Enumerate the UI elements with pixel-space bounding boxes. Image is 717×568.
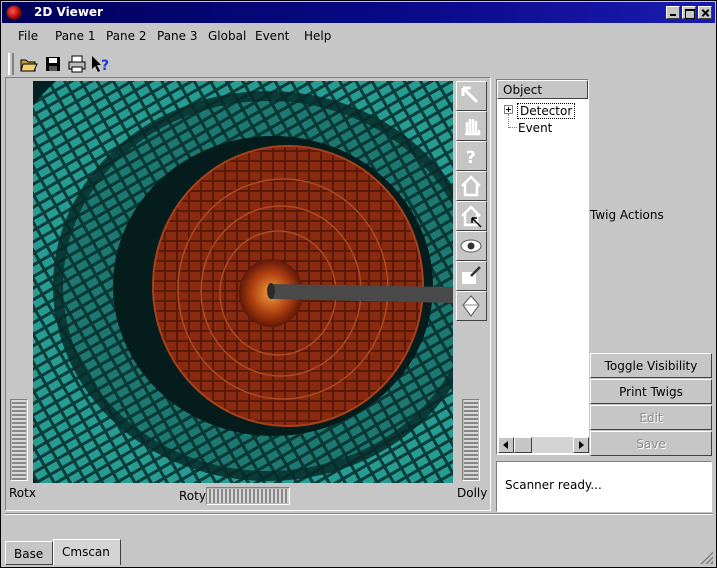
scroll-right-icon[interactable]	[573, 437, 589, 453]
toolbar-grip[interactable]	[8, 53, 14, 75]
title-bar[interactable]: 2D Viewer	[2, 2, 715, 23]
tree-horizontal-scrollbar[interactable]	[498, 437, 589, 453]
scroll-left-icon[interactable]	[498, 437, 514, 453]
print-icon[interactable]	[66, 53, 88, 75]
menu-pane-2[interactable]: Pane 2	[106, 29, 147, 43]
dolly-label: Dolly	[457, 486, 488, 500]
print-twigs-button[interactable]: Print Twigs	[590, 379, 712, 404]
roty-thumb[interactable]	[207, 489, 289, 503]
tree-item-detector[interactable]: Detector	[517, 103, 576, 119]
app-logo-icon[interactable]	[6, 5, 22, 20]
close-icon[interactable]	[698, 6, 712, 19]
window-title: 2D Viewer	[34, 5, 103, 19]
main-toolbar: ?	[5, 51, 713, 77]
menu-help[interactable]: Help	[304, 29, 331, 43]
rotx-label: Rotx	[9, 486, 36, 500]
svg-text:?: ?	[101, 58, 109, 74]
dolly-thumb[interactable]	[464, 400, 478, 480]
maximize-icon[interactable]	[682, 6, 696, 19]
menu-file[interactable]: File	[18, 29, 38, 43]
roty-label: Roty	[179, 489, 206, 503]
object-tree[interactable]: Object Detector Event	[496, 79, 589, 455]
dolly-slider[interactable]	[462, 399, 480, 481]
minimize-icon[interactable]	[666, 6, 680, 19]
3d-viewport[interactable]	[33, 81, 453, 483]
tree-item-event[interactable]: Event	[518, 121, 552, 135]
tree-branch-line	[508, 114, 509, 128]
rotx-thumb[interactable]	[12, 400, 26, 480]
save-disk-icon[interactable]	[42, 53, 64, 75]
detector-render[interactable]	[33, 81, 453, 483]
pan-hand-icon[interactable]	[456, 111, 487, 141]
menu-pane-1[interactable]: Pane 1	[55, 29, 96, 43]
menu-event[interactable]: Event	[255, 29, 289, 43]
seek-pointer-icon[interactable]	[456, 261, 487, 291]
scroll-thumb[interactable]	[514, 437, 532, 453]
tab-cmscan[interactable]: Cmscan	[53, 539, 121, 565]
edit-button[interactable]: Edit	[590, 405, 712, 430]
divider	[5, 513, 713, 515]
resize-grip-icon[interactable]	[699, 550, 713, 564]
open-folder-icon[interactable]	[18, 53, 40, 75]
whats-this-help-icon[interactable]: ?	[89, 53, 111, 75]
roty-slider[interactable]	[206, 487, 290, 505]
tab-base[interactable]: Base	[5, 541, 53, 565]
status-text: Scanner ready...	[505, 478, 602, 492]
twig-actions-label: Twig Actions	[590, 208, 664, 222]
query-question-icon[interactable]: ?	[456, 141, 487, 171]
toggle-visibility-button[interactable]: Toggle Visibility	[590, 353, 712, 378]
menu-pane-3[interactable]: Pane 3	[157, 29, 198, 43]
set-home-icon[interactable]	[456, 201, 487, 231]
view-eye-icon[interactable]	[456, 231, 487, 261]
expand-plus-icon[interactable]	[504, 105, 513, 114]
tree-header-object[interactable]: Object	[497, 80, 588, 99]
perspective-icon[interactable]	[456, 291, 487, 321]
status-panel: Scanner ready...	[496, 461, 712, 512]
svg-text:?: ?	[466, 148, 476, 168]
menu-bar: File Pane 1 Pane 2 Pane 3 Global Event H…	[2, 25, 715, 47]
home-icon[interactable]	[456, 171, 487, 201]
rotx-slider[interactable]	[10, 399, 28, 481]
save-button[interactable]: Save	[590, 431, 712, 456]
menu-global[interactable]: Global	[208, 29, 246, 43]
tree-branch-line	[509, 127, 517, 128]
select-arrow-icon[interactable]	[456, 81, 487, 111]
main-window: 2D Viewer File Pane 1 Pane 2 Pane 3 Glob…	[0, 0, 717, 568]
